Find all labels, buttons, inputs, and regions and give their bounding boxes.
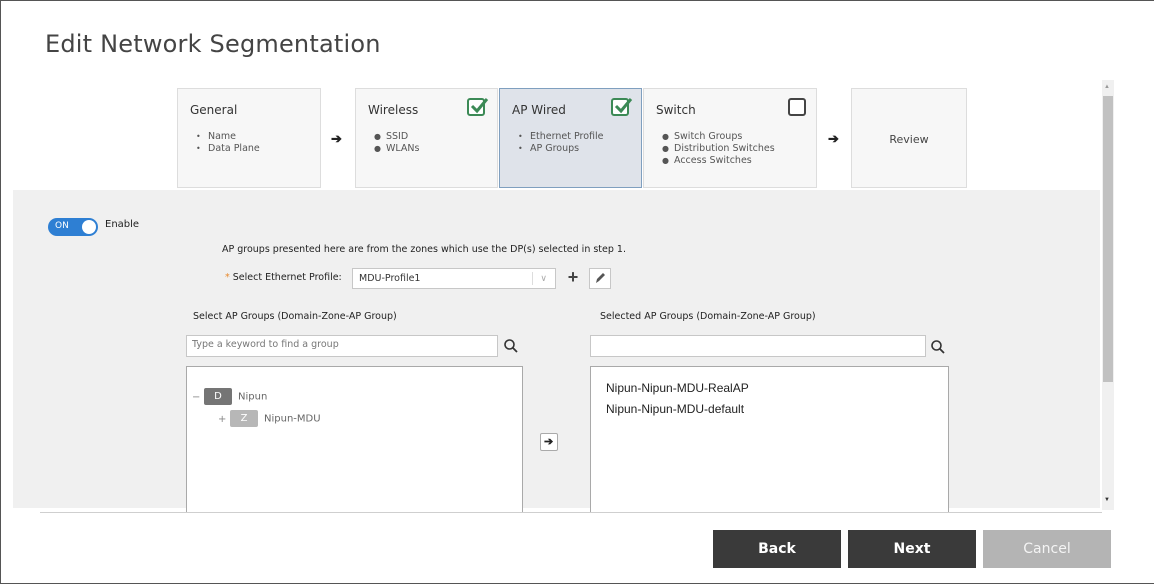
step-title: Review: [889, 133, 929, 146]
step-ap-wired[interactable]: AP Wired • Ethernet Profile • AP Groups: [499, 88, 642, 188]
step-general[interactable]: General • Name • Data Plane: [177, 88, 321, 188]
pencil-icon: [596, 273, 605, 283]
chevron-down-icon: ∨: [540, 273, 547, 283]
checked-checkbox-icon: [611, 98, 633, 116]
search-icon[interactable]: [503, 338, 519, 354]
step-items: • Ethernet Profile • AP Groups: [518, 131, 603, 155]
select-separator: [532, 272, 533, 285]
zone-badge: Z: [230, 410, 258, 427]
selected-list-item[interactable]: Nipun-Nipun-MDU-RealAP: [606, 381, 749, 395]
add-profile-button[interactable]: +: [563, 268, 583, 289]
selected-ap-groups-label: Selected AP Groups (Domain-Zone-AP Group…: [600, 311, 816, 322]
back-button[interactable]: Back: [713, 530, 841, 568]
step-title: Wireless: [368, 103, 419, 117]
arrow-right-icon: ➔: [544, 436, 554, 448]
checked-checkbox-icon: [467, 98, 489, 116]
tree-node-domain[interactable]: − D Nipun: [192, 388, 267, 405]
step-item: • Name: [196, 131, 237, 142]
move-right-button[interactable]: ➔: [540, 433, 558, 451]
tree-node-label: Nipun: [238, 391, 268, 403]
step-item: • Data Plane: [196, 143, 260, 154]
step-item: ● Access Switches: [662, 155, 752, 166]
domain-badge: D: [204, 388, 232, 405]
step-title: General: [190, 103, 238, 117]
scrollbar-thumb[interactable]: [1103, 96, 1113, 382]
cancel-button[interactable]: Cancel: [983, 530, 1111, 568]
next-button[interactable]: Next: [848, 530, 976, 568]
step-items: ● Switch Groups ● Distribution Switches ● A…: [662, 131, 775, 167]
step-review[interactable]: Review: [851, 88, 967, 188]
info-text: AP groups presented here are from the zo…: [222, 244, 626, 255]
arrow-right-icon: ➔: [331, 131, 342, 146]
required-mark: *: [225, 272, 230, 283]
ethernet-profile-value: MDU-Profile1: [359, 273, 421, 284]
tree-node-zone[interactable]: + Z Nipun-MDU: [218, 410, 321, 427]
arrow-right-icon: ➔: [828, 131, 839, 146]
scroll-down-icon[interactable]: ▼: [1104, 497, 1110, 503]
ap-group-search-field[interactable]: [192, 339, 487, 350]
step-items: • Name • Data Plane: [196, 131, 260, 155]
selected-group-search-input[interactable]: [590, 335, 926, 357]
step-item: ● Distribution Switches: [662, 143, 775, 154]
expand-icon[interactable]: +: [218, 414, 230, 425]
page-title: Edit Network Segmentation: [45, 30, 381, 58]
edit-profile-button[interactable]: [589, 268, 611, 289]
ethernet-profile-select[interactable]: MDU-Profile1 ∨: [352, 268, 556, 289]
step-title: Switch: [656, 103, 696, 117]
search-icon[interactable]: [930, 339, 946, 355]
enable-label: Enable: [105, 219, 140, 230]
collapse-icon[interactable]: −: [192, 392, 204, 403]
step-switch[interactable]: Switch ● Switch Groups ● Distribution Swit…: [643, 88, 817, 188]
enable-toggle[interactable]: ON: [48, 218, 98, 236]
step-items: ● SSID ● WLANs: [374, 131, 419, 155]
select-ap-groups-label: Select AP Groups (Domain-Zone-AP Group): [193, 311, 397, 322]
scroll-up-icon[interactable]: ▲: [1104, 84, 1110, 90]
step-item: ● SSID: [374, 131, 409, 142]
toggle-state: ON: [55, 221, 69, 231]
step-wireless[interactable]: Wireless ● SSID ● WLANs: [355, 88, 498, 188]
step-item: • Ethernet Profile: [518, 131, 604, 142]
checkbox-icon: [788, 98, 806, 116]
selected-group-search-field[interactable]: [596, 339, 914, 350]
step-item: ● Switch Groups: [662, 131, 743, 142]
toggle-knob: [82, 220, 96, 234]
step-item: • AP Groups: [518, 143, 580, 154]
ap-group-search-input[interactable]: [186, 335, 498, 357]
ethernet-profile-label: * Select Ethernet Profile:: [225, 272, 342, 283]
step-item: ● WLANs: [374, 143, 420, 154]
selected-list-item[interactable]: Nipun-Nipun-MDU-default: [606, 402, 744, 416]
divider: [40, 512, 1102, 513]
tree-node-label: Nipun-MDU: [264, 413, 321, 425]
step-title: AP Wired: [512, 103, 566, 117]
